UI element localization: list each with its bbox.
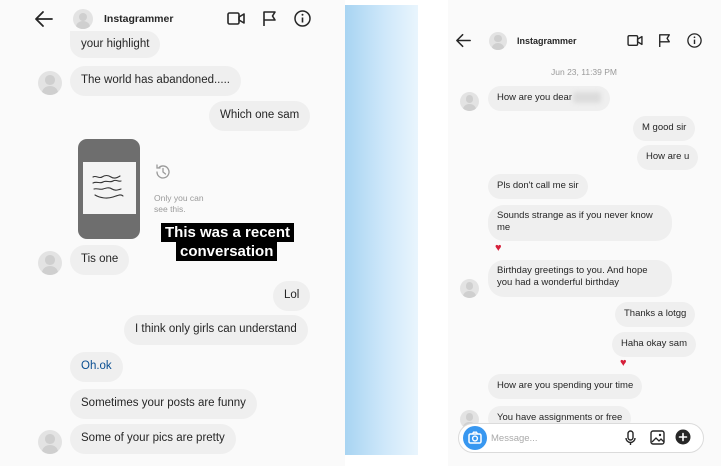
sender-avatar bbox=[38, 251, 62, 275]
caption-overlay-line: conversation bbox=[176, 242, 278, 261]
gallery-icon[interactable] bbox=[650, 430, 665, 450]
gradient-divider bbox=[345, 5, 418, 455]
sender-avatar bbox=[38, 71, 62, 95]
message-sent[interactable]: How are u bbox=[637, 145, 699, 170]
left-conversation-screen: Instagrammer your highlight The world ha… bbox=[0, 0, 345, 466]
message-sent[interactable]: Thanks a lotgg bbox=[615, 302, 696, 327]
heart-reaction-icon: ♥ bbox=[620, 357, 627, 369]
message-sent[interactable]: M good sir bbox=[633, 116, 696, 141]
message-sent[interactable]: Haha okay sam bbox=[612, 332, 697, 357]
message-sent[interactable]: Which one sam bbox=[209, 101, 311, 131]
video-call-icon[interactable] bbox=[627, 34, 643, 52]
username[interactable]: Instagrammer bbox=[104, 13, 173, 25]
message-sent[interactable]: I think only girls can understand bbox=[124, 315, 308, 345]
message-received[interactable]: How are you dear bbox=[488, 86, 610, 111]
message-received[interactable]: your highlight bbox=[70, 31, 161, 58]
story-expired-icon bbox=[154, 163, 172, 186]
message-received[interactable]: Oh.ok bbox=[70, 352, 123, 382]
back-arrow-icon[interactable] bbox=[34, 10, 54, 33]
camera-icon[interactable] bbox=[463, 426, 487, 450]
blurred-name bbox=[572, 92, 601, 103]
message-received[interactable]: Some of your pics are pretty bbox=[70, 424, 236, 454]
username[interactable]: Instagrammer bbox=[517, 36, 577, 46]
microphone-icon[interactable] bbox=[625, 430, 636, 451]
message-received[interactable]: Sounds strange as if you never know me bbox=[488, 205, 672, 241]
caption-overlay-line: This was a recent bbox=[161, 223, 295, 242]
story-visibility-note: Only you can see this. bbox=[154, 193, 204, 214]
sender-avatar bbox=[38, 430, 62, 454]
message-received[interactable]: Birthday greetings to you. And hope you … bbox=[488, 260, 672, 297]
handwritten-note-thumbnail bbox=[83, 162, 136, 214]
message-timestamp: Jun 23, 11:39 PM bbox=[551, 67, 617, 77]
message-input[interactable] bbox=[491, 431, 611, 445]
message-received[interactable]: How are you spending your time bbox=[488, 374, 643, 399]
message-received[interactable]: Sometimes your posts are funny bbox=[70, 389, 257, 419]
video-call-icon[interactable] bbox=[227, 11, 245, 31]
flag-icon[interactable] bbox=[262, 10, 277, 32]
message-sent[interactable]: Lol bbox=[273, 281, 311, 311]
heart-reaction-icon: ♥ bbox=[495, 242, 502, 254]
info-icon[interactable] bbox=[294, 10, 311, 32]
message-text: How are you dear bbox=[497, 92, 572, 104]
sender-avatar bbox=[460, 279, 479, 298]
avatar[interactable] bbox=[489, 32, 507, 50]
add-icon[interactable] bbox=[675, 429, 691, 450]
flag-icon[interactable] bbox=[658, 33, 671, 53]
info-icon[interactable] bbox=[687, 33, 702, 53]
avatar[interactable] bbox=[73, 9, 93, 29]
message-received[interactable]: Pls don't call me sir bbox=[488, 174, 588, 199]
sender-avatar bbox=[460, 92, 479, 111]
back-arrow-icon[interactable] bbox=[455, 33, 472, 53]
message-received[interactable]: The world has abandoned..... bbox=[70, 66, 241, 96]
message-received[interactable]: Tis one bbox=[70, 245, 130, 275]
